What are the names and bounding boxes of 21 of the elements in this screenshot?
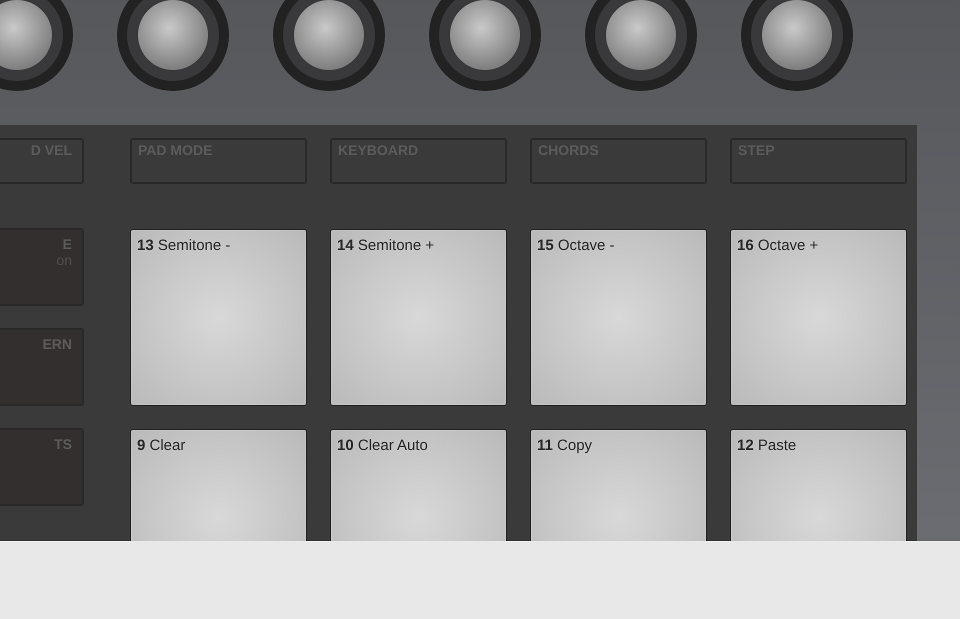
knob[interactable] bbox=[584, 0, 698, 92]
pad-label: 16 Octave + bbox=[737, 237, 818, 254]
pad-label: 9 Clear bbox=[137, 437, 186, 454]
pad[interactable]: 14 Semitone + bbox=[330, 229, 507, 406]
pad[interactable]: 9 Clear bbox=[130, 429, 307, 541]
pad[interactable]: 13 Semitone - bbox=[130, 229, 307, 406]
pad[interactable]: 16 Octave + bbox=[730, 229, 907, 406]
knob[interactable] bbox=[740, 0, 854, 92]
pad[interactable]: 10 Clear Auto bbox=[330, 429, 507, 541]
pad-label: 15 Octave - bbox=[537, 237, 615, 254]
pad[interactable]: 15 Octave - bbox=[530, 229, 707, 406]
pad-label: 10 Clear Auto bbox=[337, 437, 428, 454]
pad-label: 12 Paste bbox=[737, 437, 796, 454]
knob[interactable] bbox=[428, 0, 542, 92]
pad[interactable]: 11 Copy bbox=[530, 429, 707, 541]
pad-label: 13 Semitone - bbox=[137, 237, 230, 254]
knob[interactable] bbox=[116, 0, 230, 92]
knob[interactable] bbox=[272, 0, 386, 92]
pad-label: 14 Semitone + bbox=[337, 237, 434, 254]
pad-label: 11 Copy bbox=[537, 437, 592, 454]
pad[interactable]: 12 Paste bbox=[730, 429, 907, 541]
